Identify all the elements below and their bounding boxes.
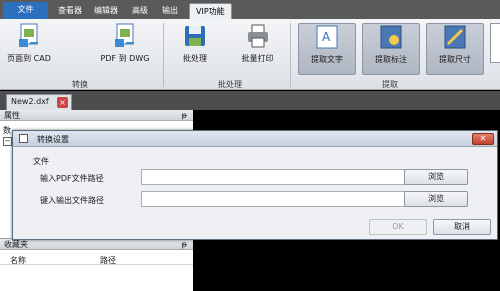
pin-icon[interactable]: ᵽ <box>182 110 187 121</box>
batch-process-icon <box>182 23 208 49</box>
batch-process-button[interactable]: 批处理 <box>175 23 215 64</box>
tab-viewer[interactable]: 查看器 <box>52 3 88 19</box>
pdf-to-dwg-icon <box>112 23 138 49</box>
browse-input-button[interactable]: 浏览 <box>404 169 468 185</box>
dialog-app-icon <box>19 134 28 143</box>
close-icon[interactable]: × <box>57 97 68 108</box>
ribbon-separator <box>163 23 164 87</box>
tab-advanced[interactable]: 高级 <box>126 3 154 19</box>
tab-editor[interactable]: 编辑器 <box>88 3 124 19</box>
batch-print-button[interactable]: 批量打印 <box>235 23 280 64</box>
properties-partial-label: 数 <box>3 126 11 135</box>
ribbon-tab-bar: 文件 查看器 编辑器 高级 输出 VIP功能 <box>0 0 500 19</box>
dialog-title: 转换设置 <box>37 135 69 144</box>
properties-panel-header: 属性 ᵽ <box>0 110 193 121</box>
extract-dimension-button[interactable]: 提取尺寸 <box>426 23 484 75</box>
tab-vip[interactable]: VIP功能 <box>189 3 232 19</box>
pdf-to-dwg-button[interactable]: PDF 到 DWG <box>95 23 155 64</box>
group-label-batch: 批处理 <box>218 80 242 89</box>
ok-button[interactable]: OK <box>369 219 427 235</box>
input-pdf-path-field[interactable] <box>141 169 413 185</box>
column-path[interactable]: 路径 <box>100 255 116 266</box>
output-path-label: 键入输出文件路径 <box>40 196 104 205</box>
dialog-close-button[interactable]: ✕ <box>472 133 494 145</box>
tab-output[interactable]: 输出 <box>156 3 184 19</box>
column-name[interactable]: 名称 <box>10 255 26 266</box>
document-tab[interactable]: New2.dxf × <box>6 94 72 110</box>
pin-icon[interactable]: ᵽ <box>182 239 187 250</box>
page-to-cad-button[interactable]: 页面到 CAD <box>4 23 54 64</box>
extract-annotation-icon <box>378 24 404 50</box>
ribbon-overflow-button[interactable] <box>490 23 500 63</box>
conversion-settings-dialog: 转换设置 ✕ 文件 输入PDF文件路径 浏览 键入输出文件路径 浏览 OK 取消 <box>12 130 498 240</box>
page-to-cad-icon <box>16 23 42 49</box>
collapse-icon[interactable]: − <box>3 137 12 146</box>
output-file-path-field[interactable] <box>141 191 413 207</box>
ribbon-separator <box>290 23 291 87</box>
extract-text-button[interactable]: A 提取文字 <box>298 23 356 75</box>
tab-file[interactable]: 文件 <box>3 2 48 19</box>
group-label-extract: 提取 <box>382 80 398 89</box>
ribbon-panel: 页面到 CAD PDF 到 DWG 批处理 批量打印 A 提取文字 提取标注 提… <box>0 19 500 90</box>
group-label-convert: 转换 <box>72 80 88 89</box>
favorites-panel-header: 收藏夹 ᵽ <box>0 239 193 250</box>
favorites-panel: 收藏夹 ᵽ 名称 路径 <box>0 238 193 291</box>
document-tab-bar: New2.dxf × <box>0 91 500 110</box>
svg-text:A: A <box>322 30 331 44</box>
file-section-label: 文件 <box>33 157 49 166</box>
printer-icon <box>245 23 271 49</box>
favorites-column-header: 名称 路径 <box>0 251 193 265</box>
extract-annotation-button[interactable]: 提取标注 <box>362 23 420 75</box>
input-path-label: 输入PDF文件路径 <box>40 174 104 183</box>
extract-dimension-icon <box>442 24 468 50</box>
browse-output-button[interactable]: 浏览 <box>404 191 468 207</box>
dialog-title-bar: 转换设置 ✕ <box>13 131 497 147</box>
extract-text-icon: A <box>314 24 340 50</box>
cancel-button[interactable]: 取消 <box>433 219 491 235</box>
